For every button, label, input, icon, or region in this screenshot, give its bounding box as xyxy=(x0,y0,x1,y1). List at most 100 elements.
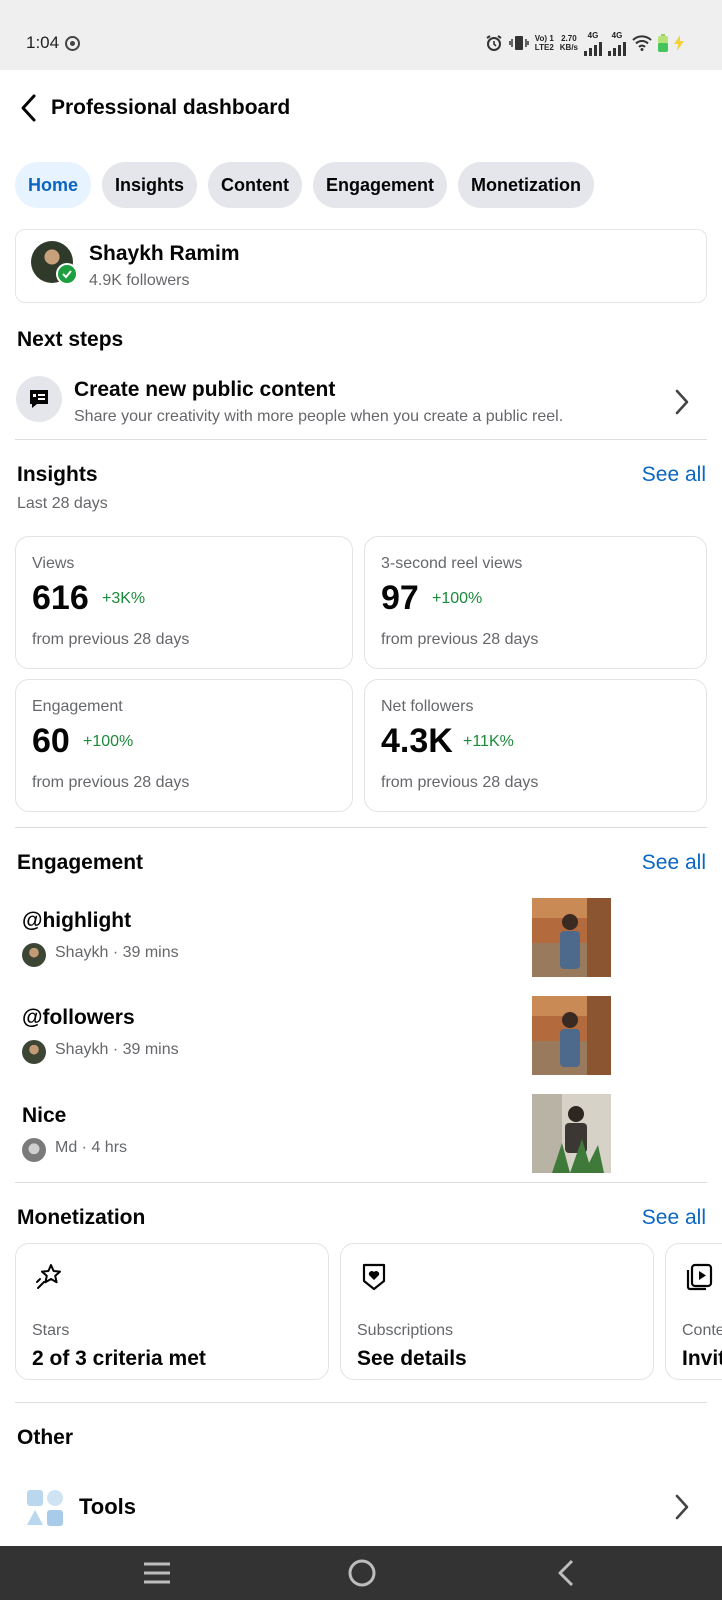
tab-engagement[interactable]: Engagement xyxy=(313,162,448,208)
battery-icon xyxy=(658,34,668,52)
tab-content[interactable]: Content xyxy=(208,162,303,208)
recent-apps-icon[interactable] xyxy=(142,1558,172,1588)
metric-footnote: from previous 28 days xyxy=(381,774,539,791)
tab-monetization[interactable]: Monetization xyxy=(458,162,595,208)
metric-card-views[interactable]: Views 616 +3K% from previous 28 days xyxy=(15,536,353,669)
sim1-signal: 4G xyxy=(584,31,602,56)
insights-see-all-link[interactable]: See all xyxy=(642,463,706,487)
follower-count: 4.9K followers xyxy=(89,272,190,289)
vibrate-icon xyxy=(509,36,529,50)
monetization-card-content[interactable]: Conte Invit xyxy=(665,1243,722,1380)
metric-label: Net followers xyxy=(381,698,474,715)
engagement-item-title: Nice xyxy=(22,1104,67,1127)
divider xyxy=(15,1182,707,1183)
post-thumbnail[interactable] xyxy=(532,898,611,977)
monetization-card-value: See details xyxy=(357,1347,467,1370)
content-bubble-icon xyxy=(16,376,62,422)
divider xyxy=(15,1402,707,1403)
metric-change: +100% xyxy=(432,590,483,607)
charging-icon xyxy=(674,35,684,51)
sim2-label: 4G xyxy=(611,30,623,40)
metric-card-reel-views[interactable]: 3-second reel views 97 +100% from previo… xyxy=(364,536,707,669)
metric-value: 4.3K xyxy=(381,722,453,760)
avatar xyxy=(22,943,46,967)
engagement-item-meta: Shaykh · 39 mins xyxy=(55,1041,179,1058)
avatar xyxy=(22,1040,46,1064)
monetization-card-subscriptions[interactable]: Subscriptions See details xyxy=(340,1243,654,1380)
wifi-icon xyxy=(632,35,652,51)
monetization-card-value: Invit xyxy=(682,1347,722,1370)
monetization-see-all-link[interactable]: See all xyxy=(642,1206,706,1230)
metric-label: Engagement xyxy=(32,698,123,715)
metric-value: 60 xyxy=(32,722,70,760)
profile-name: Shaykh Ramim xyxy=(89,242,240,265)
volte-label: Vo) 1 xyxy=(534,34,554,43)
screen-record-icon xyxy=(65,36,80,51)
sim2-signal: 4G xyxy=(608,31,626,56)
post-thumbnail[interactable] xyxy=(532,1094,611,1173)
metric-change: +100% xyxy=(83,733,134,750)
chevron-right-icon xyxy=(675,389,689,415)
metric-value: 616 xyxy=(32,579,89,617)
header: Professional dashboard xyxy=(0,70,722,148)
lte-label: LTE2 xyxy=(534,43,554,52)
insights-heading: Insights xyxy=(17,463,98,486)
engagement-item-meta: Shaykh · 39 mins xyxy=(55,944,179,961)
engagement-heading: Engagement xyxy=(17,851,144,874)
monetization-card-value: 2 of 3 criteria met xyxy=(32,1347,206,1370)
metric-change: +11K% xyxy=(463,733,514,750)
stars-icon xyxy=(36,1264,61,1289)
page-title: Professional dashboard xyxy=(51,96,291,119)
back-arrow-icon[interactable] xyxy=(14,90,46,126)
tab-home[interactable]: Home xyxy=(15,162,92,208)
subscriptions-icon xyxy=(362,1263,386,1291)
avatar xyxy=(22,1138,46,1162)
tools-icon xyxy=(27,1490,63,1526)
back-nav-icon[interactable] xyxy=(552,1558,582,1588)
engagement-item-title: @followers xyxy=(22,1006,135,1029)
monetization-card-label: Conte xyxy=(682,1322,722,1339)
monetization-card-label: Subscriptions xyxy=(357,1322,454,1339)
next-steps-heading: Next steps xyxy=(17,328,124,351)
monetization-card-label: Stars xyxy=(32,1322,70,1339)
home-circle-icon[interactable] xyxy=(347,1558,377,1588)
sim1-label: 4G xyxy=(587,30,599,40)
engagement-item-title: @highlight xyxy=(22,909,132,932)
insights-period: Last 28 days xyxy=(17,495,108,512)
metric-footnote: from previous 28 days xyxy=(32,631,190,648)
content-icon xyxy=(686,1263,713,1291)
profile-card[interactable]: Shaykh Ramim 4.9K followers xyxy=(15,229,707,303)
network-speed: 2.70 KB/s xyxy=(560,34,578,52)
metric-label: Views xyxy=(32,555,75,572)
divider xyxy=(15,439,707,440)
tab-insights[interactable]: Insights xyxy=(102,162,198,208)
monetization-card-stars[interactable]: Stars 2 of 3 criteria met xyxy=(15,1243,329,1380)
status-time: 1:04 xyxy=(26,33,60,52)
other-heading: Other xyxy=(17,1426,74,1449)
metric-value: 97 xyxy=(381,579,419,617)
metric-change: +3K% xyxy=(102,590,146,607)
next-step-subtitle: Share your creativity with more people w… xyxy=(74,408,564,425)
engagement-see-all-link[interactable]: See all xyxy=(642,851,706,875)
metric-footnote: from previous 28 days xyxy=(381,631,539,648)
metric-card-engagement[interactable]: Engagement 60 +100% from previous 28 day… xyxy=(15,679,353,812)
verified-check-icon xyxy=(56,263,78,285)
metric-footnote: from previous 28 days xyxy=(32,774,190,791)
chevron-right-icon xyxy=(675,1494,689,1520)
speed-value: 2.70 xyxy=(561,34,577,43)
volte-indicator: Vo) 1 LTE2 xyxy=(535,34,554,52)
status-icons: Vo) 1 LTE2 2.70 KB/s 4G 4G xyxy=(485,30,684,56)
alarm-icon xyxy=(486,35,502,51)
tab-bar: Home Insights Content Engagement Monetiz… xyxy=(15,162,595,208)
metric-card-net-followers[interactable]: Net followers 4.3K +11K% from previous 2… xyxy=(364,679,707,812)
divider xyxy=(15,827,707,828)
tools-label: Tools xyxy=(79,1494,137,1519)
speed-unit: KB/s xyxy=(559,43,578,52)
monetization-heading: Monetization xyxy=(17,1206,146,1229)
metric-label: 3-second reel views xyxy=(381,555,523,572)
system-nav-bar xyxy=(0,1546,722,1600)
engagement-item-meta: Md · 4 hrs xyxy=(55,1139,128,1156)
post-thumbnail[interactable] xyxy=(532,996,611,1075)
next-step-title: Create new public content xyxy=(74,378,336,401)
status-bar: 1:04 Vo) 1 LTE2 2.70 KB/s 4G 4G xyxy=(0,0,722,70)
